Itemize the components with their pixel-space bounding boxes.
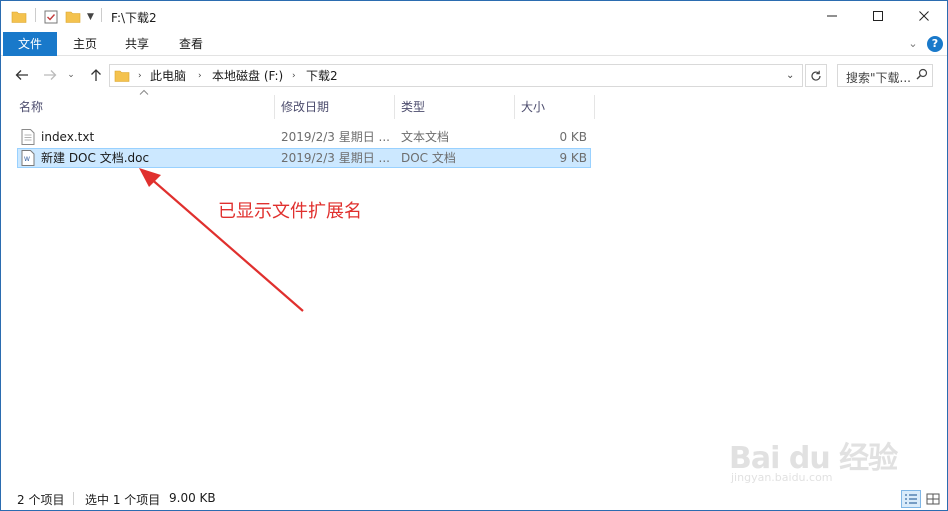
status-selection-size: 9.00 KB xyxy=(169,491,216,505)
file-type: 文本文档 xyxy=(401,130,450,144)
status-bar: 2 个项目 选中 1 个项目 9.00 KB xyxy=(1,487,947,510)
forward-button[interactable] xyxy=(41,65,59,85)
breadcrumb-local-disk[interactable]: 本地磁盘 (F:) xyxy=(212,68,283,84)
status-divider xyxy=(73,492,74,505)
file-size: 9 KB xyxy=(559,151,587,165)
explorer-window: ▼ F:\下载2 文件 主页 共享 查看 ⌄ ? ⌄ › 此电脑 › 本地磁盘 … xyxy=(0,0,948,511)
back-button[interactable] xyxy=(13,65,31,85)
search-input[interactable]: 搜索"下载... xyxy=(837,64,933,87)
column-divider[interactable] xyxy=(594,95,595,119)
file-type: DOC 文档 xyxy=(401,151,456,165)
chevron-right-icon[interactable]: › xyxy=(138,68,142,84)
folder-icon xyxy=(11,8,27,26)
search-placeholder: 搜索"下载... xyxy=(846,71,911,85)
tab-home[interactable]: 主页 xyxy=(63,32,107,56)
customize-toolbar-dropdown[interactable]: ▼ xyxy=(87,8,94,26)
column-divider[interactable] xyxy=(274,95,275,119)
tab-share[interactable]: 共享 xyxy=(115,32,159,56)
chevron-right-icon[interactable]: › xyxy=(292,68,296,84)
recent-locations-dropdown[interactable]: ⌄ xyxy=(65,65,77,85)
folder-icon xyxy=(114,68,130,87)
column-header-name[interactable]: 名称 xyxy=(19,95,273,119)
up-button[interactable] xyxy=(87,65,105,85)
status-item-count: 2 个项目 xyxy=(17,493,65,507)
file-size: 0 KB xyxy=(559,130,587,144)
annotation-text: 已显示文件扩展名 xyxy=(218,201,362,222)
svg-text:W: W xyxy=(24,156,30,163)
breadcrumb-this-pc[interactable]: 此电脑 xyxy=(150,68,186,84)
refresh-button[interactable] xyxy=(805,64,827,87)
ribbon-tabs: 文件 主页 共享 查看 ⌄ ? xyxy=(1,32,947,56)
column-header-size[interactable]: 大小 xyxy=(521,95,593,119)
properties-icon[interactable] xyxy=(43,8,59,26)
close-button[interactable] xyxy=(901,1,947,31)
toolbar-divider xyxy=(101,8,102,22)
help-icon[interactable]: ? xyxy=(927,36,943,52)
window-title: F:\下载2 xyxy=(111,11,157,25)
search-icon xyxy=(916,68,928,83)
chevron-down-icon[interactable]: ⌄ xyxy=(786,68,794,84)
breadcrumb-current-folder[interactable]: 下载2 xyxy=(306,68,338,84)
column-header-type[interactable]: 类型 xyxy=(401,95,513,119)
title-bar: ▼ F:\下载2 xyxy=(1,1,947,32)
status-selection: 选中 1 个项目 xyxy=(85,493,161,507)
minimize-button[interactable] xyxy=(809,1,855,31)
chevron-down-icon[interactable]: ⌄ xyxy=(905,36,921,52)
toolbar-divider xyxy=(35,8,36,22)
column-header-date[interactable]: 修改日期 xyxy=(281,95,393,119)
column-divider[interactable] xyxy=(394,95,395,119)
watermark-url: jingyan.baidu.com xyxy=(731,471,833,484)
details-view-icon[interactable] xyxy=(901,490,921,508)
doc-file-icon: W xyxy=(21,150,35,166)
chevron-right-icon[interactable]: › xyxy=(198,68,202,84)
maximize-button[interactable] xyxy=(855,1,901,31)
tab-view[interactable]: 查看 xyxy=(169,32,213,56)
annotation-arrow xyxy=(139,168,304,312)
large-icons-view-icon[interactable] xyxy=(923,490,943,508)
file-name: index.txt xyxy=(41,130,95,144)
column-divider[interactable] xyxy=(514,95,515,119)
baidu-watermark: Bai du 经验 jingyan.baidu.com xyxy=(729,433,899,489)
file-row[interactable]: index.txt 2019/2/3 星期日 ... 文本文档 0 KB xyxy=(17,127,591,147)
text-file-icon xyxy=(21,129,35,145)
navigation-bar: ⌄ › 此电脑 › 本地磁盘 (F:) › 下载2 ⌄ 搜索"下载... xyxy=(1,61,947,89)
address-bar[interactable]: › 此电脑 › 本地磁盘 (F:) › 下载2 ⌄ xyxy=(109,64,803,87)
file-date: 2019/2/3 星期日 ... xyxy=(281,130,390,144)
new-folder-icon[interactable] xyxy=(65,8,81,26)
tab-file[interactable]: 文件 xyxy=(3,32,57,56)
